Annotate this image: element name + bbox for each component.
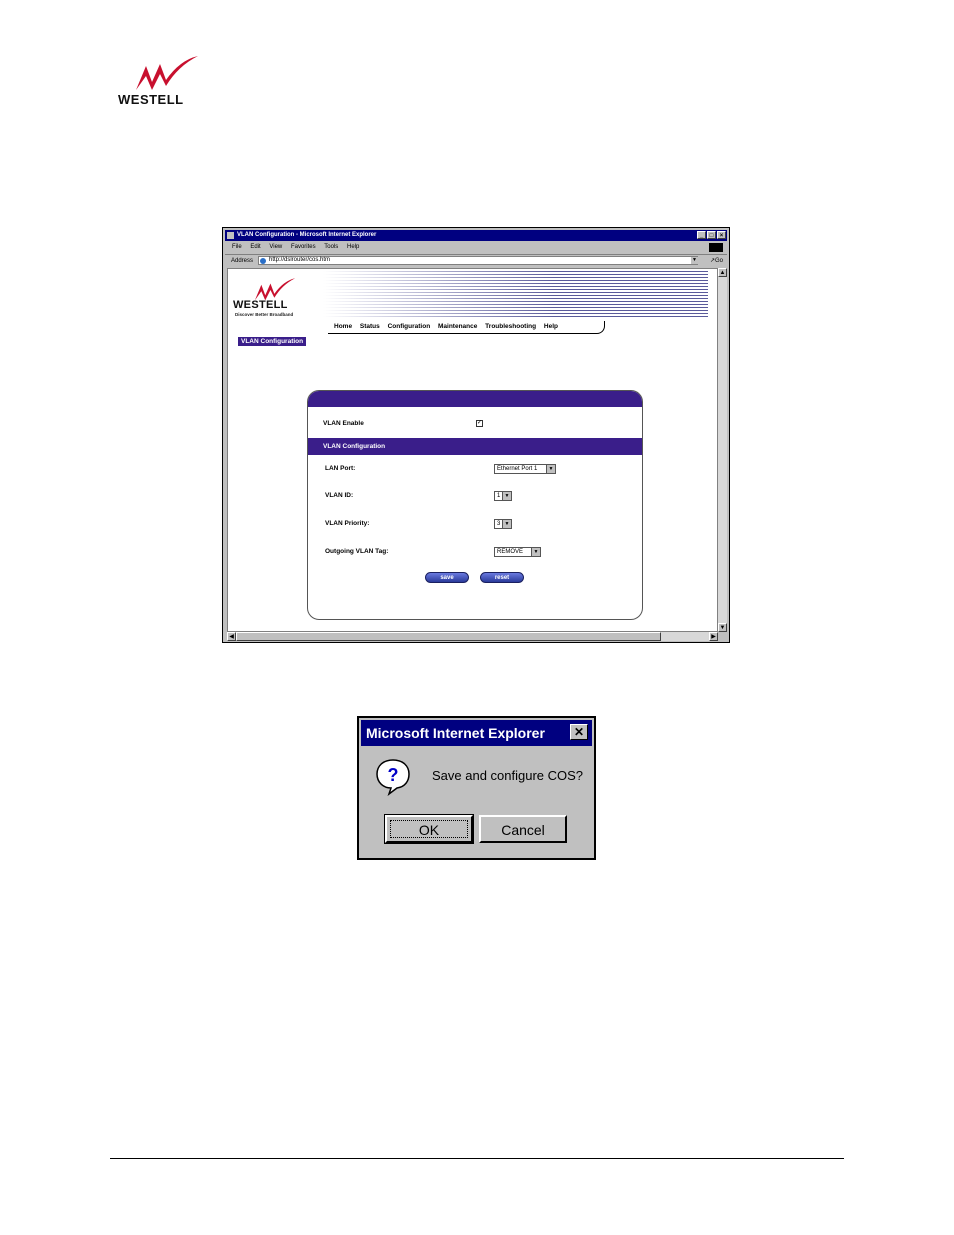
- panel-header: [308, 391, 642, 407]
- minimize-button[interactable]: _: [697, 231, 706, 239]
- vlan-id-select[interactable]: 1 ▼: [494, 491, 512, 501]
- vlan-enable-label: VLAN Enable: [323, 420, 364, 427]
- main-nav: Home Status Configuration Maintenance Tr…: [328, 321, 605, 334]
- menu-bar: File Edit View Favorites Tools Help: [225, 242, 727, 253]
- chevron-down-icon: ▼: [531, 548, 540, 556]
- scroll-down-icon[interactable]: ▼: [718, 623, 727, 632]
- dialog-message: Save and configure COS?: [432, 768, 584, 783]
- scroll-left-icon[interactable]: ◀: [227, 632, 236, 641]
- vlan-priority-value: 3: [497, 521, 501, 527]
- lan-port-value: Ethernet Port 1: [497, 466, 538, 472]
- lan-port-select[interactable]: Ethernet Port 1 ▼: [494, 464, 556, 474]
- page-icon: [260, 258, 266, 264]
- vlan-enable-checkbox[interactable]: ✓: [476, 420, 483, 427]
- ok-button[interactable]: OK: [384, 814, 474, 844]
- nav-home[interactable]: Home: [334, 323, 352, 330]
- address-input[interactable]: http://dslrouter/cos.htm: [258, 256, 698, 265]
- chevron-down-icon: ▼: [502, 520, 511, 528]
- go-button[interactable]: ↗Go: [710, 255, 723, 267]
- dialog-titlebar: Microsoft Internet Explorer: [361, 720, 592, 746]
- dialog-title: Microsoft Internet Explorer: [366, 725, 545, 741]
- footer-rule: [110, 1158, 844, 1159]
- maximize-button[interactable]: □: [707, 231, 716, 239]
- outgoing-tag-label: Outgoing VLAN Tag:: [325, 548, 389, 555]
- lan-port-label: LAN Port:: [325, 465, 356, 472]
- outgoing-tag-value: REMOVE: [497, 549, 524, 555]
- vlan-id-label: VLAN ID:: [325, 492, 354, 499]
- page-title-tab: VLAN Configuration: [238, 337, 307, 346]
- nav-troubleshooting[interactable]: Troubleshooting: [485, 323, 536, 330]
- question-icon: ?: [376, 759, 410, 796]
- browser-titlebar: VLAN Configuration - Microsoft Internet …: [225, 230, 727, 241]
- menu-edit[interactable]: Edit: [250, 244, 260, 250]
- go-label: Go: [714, 258, 723, 264]
- chevron-down-icon: ▼: [502, 492, 511, 500]
- site-logo[interactable]: WESTELL Discover Better Broadband: [233, 277, 323, 327]
- dialog-close-icon[interactable]: ✕: [570, 724, 588, 740]
- vlan-form-panel: VLAN Enable ✓ VLAN Configuration LAN Por…: [307, 390, 643, 620]
- vertical-scrollbar[interactable]: ▲ ▼: [718, 268, 727, 632]
- menu-favorites[interactable]: Favorites: [291, 244, 316, 250]
- menu-tools[interactable]: Tools: [324, 244, 338, 250]
- westell-swoosh-icon: [136, 56, 198, 90]
- nav-configuration[interactable]: Configuration: [388, 323, 431, 330]
- cancel-button[interactable]: Cancel: [479, 815, 567, 843]
- address-bar: Address http://dslrouter/cos.htm ▼ ↗Go: [225, 254, 727, 267]
- address-value: http://dslrouter/cos.htm: [269, 257, 331, 263]
- vlan-priority-select[interactable]: 3 ▼: [494, 519, 512, 529]
- svg-text:?: ?: [388, 765, 399, 785]
- ie-app-icon: [227, 232, 234, 239]
- check-mark-icon: ✓: [477, 420, 483, 426]
- logo-wordmark: WESTELL: [118, 92, 184, 107]
- header-stripes: [323, 271, 708, 319]
- windows-logo-icon: [709, 243, 723, 252]
- browser-window: VLAN Configuration - Microsoft Internet …: [222, 227, 730, 643]
- horizontal-scroll-thumb[interactable]: [236, 632, 661, 641]
- section-title: VLAN Configuration: [308, 438, 642, 455]
- chevron-down-icon: ▼: [546, 465, 555, 473]
- scroll-right-icon[interactable]: ▶: [709, 632, 718, 641]
- close-window-button[interactable]: ×: [717, 231, 726, 239]
- site-wordmark: WESTELL: [233, 299, 288, 311]
- vlan-priority-label: VLAN Priority:: [325, 520, 370, 527]
- confirm-dialog: Microsoft Internet Explorer ✕ ? Save and…: [357, 716, 596, 860]
- save-button[interactable]: save: [425, 572, 469, 583]
- horizontal-scrollbar[interactable]: ◀ ▶: [227, 632, 718, 641]
- scroll-up-icon[interactable]: ▲: [718, 268, 727, 277]
- menu-view[interactable]: View: [269, 244, 282, 250]
- nav-status[interactable]: Status: [360, 323, 380, 330]
- browser-title: VLAN Configuration - Microsoft Internet …: [237, 232, 377, 238]
- reset-button[interactable]: reset: [480, 572, 524, 583]
- site-tagline: Discover Better Broadband: [235, 312, 294, 317]
- focus-rect: [390, 820, 468, 838]
- address-dropdown-icon[interactable]: ▼: [691, 257, 698, 264]
- outgoing-tag-select[interactable]: REMOVE ▼: [494, 547, 541, 557]
- vlan-id-value: 1: [497, 493, 501, 499]
- address-label: Address: [231, 258, 254, 264]
- nav-help[interactable]: Help: [544, 323, 558, 330]
- menu-help[interactable]: Help: [347, 244, 359, 250]
- page-viewport: WESTELL Discover Better Broadband Home S…: [227, 268, 718, 632]
- menu-file[interactable]: File: [232, 244, 242, 250]
- westell-logo: WESTELL: [118, 54, 208, 108]
- nav-maintenance[interactable]: Maintenance: [438, 323, 477, 330]
